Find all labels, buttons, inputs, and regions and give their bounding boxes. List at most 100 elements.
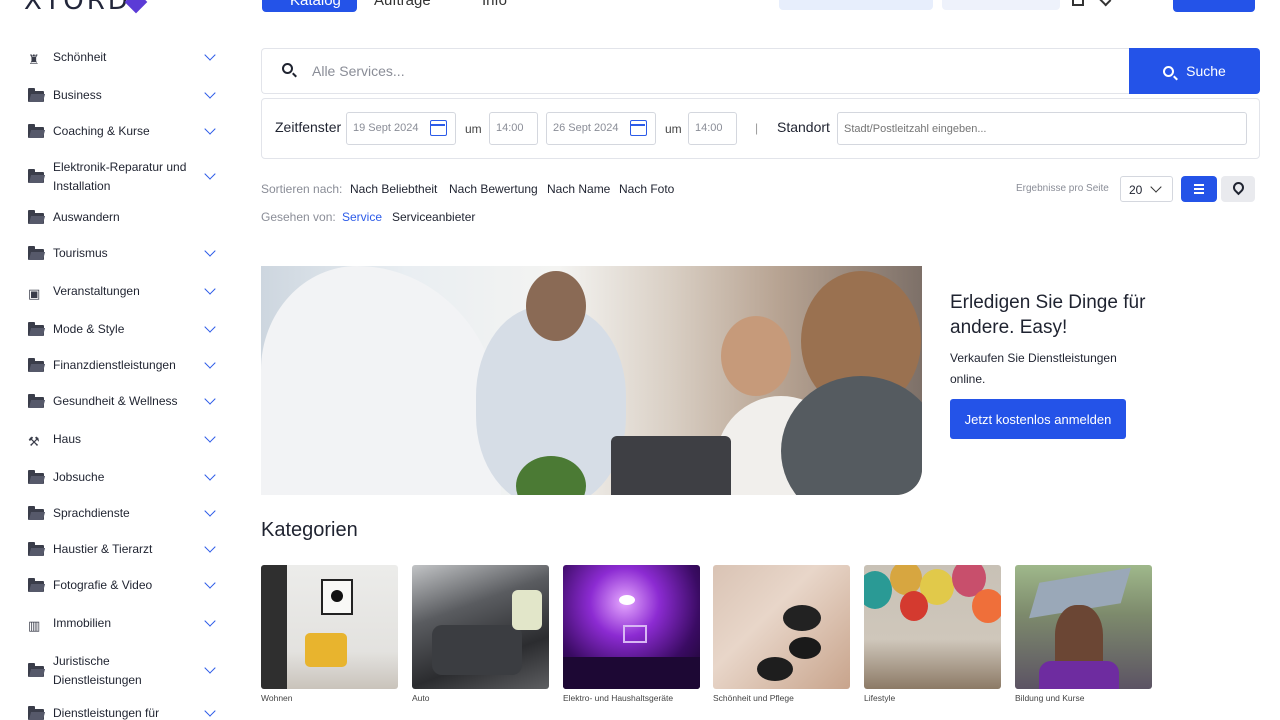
sort-option-beliebtheit[interactable]: Nach Beliebtheit [350,182,437,196]
chevron-down-icon[interactable] [204,392,216,405]
chevron-down-icon[interactable] [204,320,216,333]
category-label: Elektro- und Haushaltsgeräte [563,693,674,703]
seen-option-serviceanbieter[interactable]: Serviceanbieter [392,210,475,224]
sidebar-item[interactable]: ⚒ Haus [28,430,216,450]
search-icon [1163,65,1175,77]
date-to-field[interactable]: 26 Sept 2024 [546,112,656,145]
chevron-down-icon[interactable] [204,662,216,674]
sidebar-item[interactable]: Dienstleistungen für [28,704,216,720]
sidebar-item[interactable]: Jobsuche [28,468,216,487]
category-image-lifestyle [864,565,1001,689]
sidebar-item-label: Jobsuche [53,470,105,484]
chevron-down-icon[interactable] [204,704,216,717]
sidebar-item[interactable]: ▥ Immobilien [28,614,216,633]
chevron-down-icon[interactable] [204,86,216,99]
category-image-schoenheit [713,565,850,689]
category-card-auto[interactable]: Auto [412,565,549,703]
sidebar-item-label: Fotografie & Video [53,578,153,592]
chevron-down-icon[interactable] [204,282,216,295]
sidebar-item[interactable]: Sprachdienste [28,504,216,523]
nav-info-link[interactable]: Info [478,0,538,12]
folder-icon [28,87,44,103]
sidebar-item-label: Haus [53,432,82,446]
chevron-down-icon[interactable] [204,614,216,627]
sidebar-item[interactable]: Business [28,86,216,105]
folder-icon [28,123,44,139]
separator: | [755,121,759,135]
date-from-field[interactable]: 19 Sept 2024 [346,112,456,145]
logo[interactable]: XTORD [24,0,131,14]
cart-icon[interactable] [1072,0,1084,6]
sidebar-item-label: Finanzdienstleistungen [53,358,176,372]
sort-option-name[interactable]: Nach Name [547,182,610,196]
per-page-label: Ergebnisse pro Seite [1016,183,1109,194]
folder-icon [28,169,44,184]
category-label: Bildung und Kurse [1015,693,1085,703]
time-from-field[interactable]: 14:00 [489,112,538,145]
folder-icon [28,705,44,720]
category-card-bildung[interactable]: Bildung und Kurse [1015,565,1152,703]
per-page-select[interactable]: 20 [1120,176,1173,202]
chevron-down-icon[interactable] [204,356,216,369]
chevron-down-icon[interactable] [204,576,216,589]
date-from-value: 19 Sept 2024 [353,122,419,134]
standort-input[interactable] [837,112,1247,145]
map-view-button[interactable] [1221,176,1255,202]
sidebar-item[interactable]: Auswandern [28,208,214,227]
category-card-elektro[interactable]: Elektro- und Haushaltsgeräte [563,565,700,703]
category-label: Wohnen [261,693,293,703]
sidebar-item[interactable]: ▣ Veranstaltungen [28,282,216,301]
chevron-down-icon[interactable] [204,48,216,61]
top-pill-button[interactable] [779,0,933,10]
sidebar-item[interactable]: Tourismus [28,244,216,263]
folder-icon [28,505,44,521]
sidebar-item-label: Mode & Style [53,322,125,336]
hero-title: Erledigen Sie Dinge für andere. Easy! [950,292,1146,338]
sidebar-item[interactable]: Mode & Style [28,320,216,339]
nav-katalog-button[interactable]: Katalog [262,0,357,12]
sidebar-item-label: Coaching & Kurse [53,124,150,138]
category-image-bildung [1015,565,1152,689]
um-label: um [665,122,682,136]
sidebar-item[interactable]: Coaching & Kurse [28,122,216,141]
sidebar-item[interactable]: Juristische Dienstleistungen [28,652,216,690]
sort-option-bewertung[interactable]: Nach Bewertung [449,182,538,196]
calendar-icon[interactable] [430,120,447,136]
calendar-icon[interactable] [630,120,647,136]
category-card-schoenheit[interactable]: Schönheit und Pflege [713,565,850,703]
search-input[interactable] [312,59,1092,83]
sort-label: Sortieren nach: [261,182,343,196]
sidebar-item[interactable]: Finanzdienstleistungen [28,356,216,375]
chevron-down-icon[interactable] [204,244,216,257]
time-to-field[interactable]: 14:00 [688,112,737,145]
category-label: Lifestyle [864,693,896,703]
wrench-icon: ⚒ [28,434,40,450]
login-button[interactable] [1173,0,1255,12]
chevron-down-icon[interactable] [204,540,216,553]
chevron-down-icon[interactable] [204,504,216,517]
category-card-wohnen[interactable]: Wohnen [261,565,398,703]
chevron-down-icon[interactable] [204,122,216,135]
standort-label: Standort [777,119,830,135]
folder-icon [28,245,44,261]
sidebar-item[interactable]: Haustier & Tierarzt [28,540,216,559]
sidebar-item[interactable]: Gesundheit & Wellness [28,392,216,411]
date-to-value: 26 Sept 2024 [553,122,619,134]
top-pill-button-secondary[interactable] [942,0,1060,10]
chevron-down-icon[interactable] [204,168,216,180]
nav-auftraege-link[interactable]: Aufträge [370,0,466,12]
seen-option-service[interactable]: Service [342,210,382,224]
sidebar-item[interactable]: ♜ Schönheit [28,48,216,67]
chevron-down-icon[interactable] [204,430,216,443]
chevron-down-icon[interactable] [1098,0,1112,7]
sort-option-foto[interactable]: Nach Foto [619,182,674,196]
sidebar-item[interactable]: Elektronik-Reparatur und Installation [28,158,216,196]
hero-text: Verkaufen Sie Dienstleistungen online. [950,351,1117,386]
list-view-button[interactable] [1181,176,1217,202]
chevron-down-icon[interactable] [204,468,216,481]
signup-button[interactable]: Jetzt kostenlos anmelden [950,399,1126,439]
sidebar-item[interactable]: Fotografie & Video [28,576,216,595]
search-button[interactable]: Suche [1129,48,1260,94]
sidebar-item-label: Sprachdienste [53,506,130,520]
category-card-lifestyle[interactable]: Lifestyle [864,565,1001,703]
